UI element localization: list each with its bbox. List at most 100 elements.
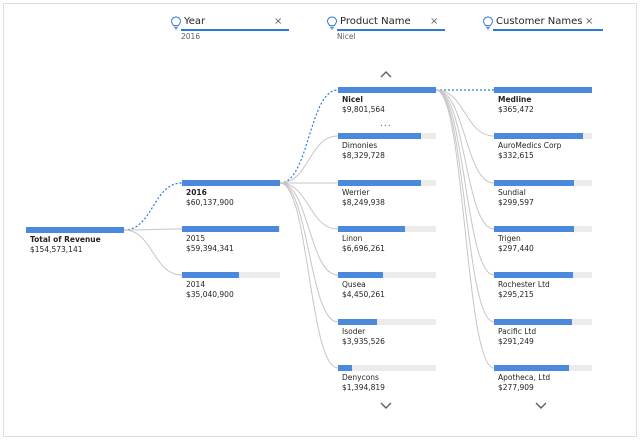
customer-node[interactable]: Trigen $297,440 (494, 226, 592, 256)
value-bar (494, 226, 574, 232)
lightbulb-icon (170, 16, 182, 30)
value-bar (494, 319, 573, 325)
tree-link (279, 135, 339, 184)
value-bar (26, 227, 124, 233)
tree-link (435, 89, 495, 276)
lightbulb-icon (326, 16, 338, 30)
product-node[interactable]: Qusea $4,450,261 (338, 272, 436, 302)
year-node[interactable]: 2014 $35,040,900 (182, 272, 280, 302)
value-bar (338, 272, 383, 278)
chevron-down-icon[interactable] (379, 401, 393, 411)
node-value: $297,440 (498, 244, 534, 253)
tree-link (279, 182, 339, 276)
level-header-product-name[interactable]: Product Name × Nicel (326, 14, 445, 46)
level-header-underline (337, 29, 445, 31)
tree-link (435, 89, 495, 184)
tree-link (279, 182, 339, 369)
node-value: $332,615 (498, 151, 534, 160)
level-header-year[interactable]: Year × 2016 (170, 14, 289, 46)
node-value: $154,573,141 (30, 245, 83, 254)
level-header-selection: Nicel (337, 32, 356, 41)
value-bar (494, 272, 574, 278)
node-label: Qusea (342, 280, 366, 289)
node-label: Apotheca, Ltd (498, 373, 551, 382)
level-header-customer-names[interactable]: Customer Names × (482, 14, 603, 46)
value-bar (182, 272, 240, 278)
node-label: Denycons (342, 373, 379, 382)
customer-node[interactable]: Apotheca, Ltd $277,909 (494, 365, 592, 395)
customer-node[interactable]: Medline $365,472 (494, 87, 592, 117)
node-label: 2015 (186, 234, 206, 243)
value-bar (494, 365, 569, 371)
value-bar (182, 180, 280, 186)
tree-link (123, 229, 183, 276)
tree-link (435, 89, 495, 369)
product-node[interactable]: Nicel $9,801,564 (338, 87, 436, 117)
level-header-title: Year (184, 16, 206, 27)
node-label: Nicel (342, 95, 363, 104)
node-label: Rochester Ltd (498, 280, 550, 289)
product-node[interactable]: Linon $6,696,261 (338, 226, 436, 256)
node-value: $6,696,261 (342, 244, 385, 253)
level-header-underline (181, 29, 289, 31)
product-node[interactable]: Denycons $1,394,819 (338, 365, 436, 395)
value-bar (338, 133, 422, 139)
tree-link (279, 182, 339, 323)
close-icon[interactable]: × (585, 16, 593, 27)
close-icon[interactable]: × (274, 16, 282, 27)
node-value: $1,394,819 (342, 383, 385, 392)
node-value: $365,472 (498, 105, 534, 114)
node-label: Linon (342, 234, 363, 243)
node-value: $295,215 (498, 290, 534, 299)
year-node[interactable]: 2016 $60,137,900 (182, 180, 280, 210)
node-label: Pacific Ltd (498, 327, 537, 336)
node-label: Medline (498, 95, 532, 104)
value-bar (494, 133, 584, 139)
customer-node[interactable]: Rochester Ltd $295,215 (494, 272, 592, 302)
node-value: $59,394,341 (186, 244, 234, 253)
node-label: Sundial (498, 188, 526, 197)
chevron-up-icon[interactable] (379, 69, 393, 79)
product-node[interactable]: Isoder $3,935,526 (338, 319, 436, 349)
chevron-down-icon[interactable] (534, 401, 548, 411)
value-bar (494, 180, 575, 186)
tree-link (435, 89, 495, 323)
value-bar (338, 365, 352, 371)
product-node[interactable]: Dimonies $8,329,728 (338, 133, 436, 163)
close-icon[interactable]: × (430, 16, 438, 27)
node-label: Dimonies (342, 141, 378, 150)
value-bar (338, 180, 421, 186)
value-bar (338, 319, 378, 325)
active-tree-link (279, 89, 339, 184)
node-label: Werrier (342, 188, 370, 197)
value-bar (338, 87, 436, 93)
value-bar (338, 226, 405, 232)
tree-link (123, 228, 183, 231)
node-label: Isoder (342, 327, 366, 336)
root-node[interactable]: Total of Revenue $154,573,141 (26, 227, 124, 257)
node-label: Trigen (498, 234, 521, 243)
node-value: $9,801,564 (342, 105, 385, 114)
year-node[interactable]: 2015 $59,394,341 (182, 226, 280, 256)
node-value: $3,935,526 (342, 337, 385, 346)
customer-node[interactable]: Pacific Ltd $291,249 (494, 319, 592, 349)
customer-node[interactable]: AuroMedics Corp $332,615 (494, 133, 592, 163)
level-header-selection: 2016 (181, 32, 201, 41)
value-bar (182, 226, 279, 232)
node-value: $8,249,938 (342, 198, 385, 207)
customer-node[interactable]: Sundial $299,597 (494, 180, 592, 210)
value-bar (494, 87, 592, 93)
node-value: $277,909 (498, 383, 534, 392)
lightbulb-icon (482, 16, 494, 30)
node-label: 2016 (186, 188, 207, 197)
level-header-underline (493, 29, 603, 31)
product-node[interactable]: Werrier $8,249,938 (338, 180, 436, 210)
node-label: 2014 (186, 280, 206, 289)
node-value: $35,040,900 (186, 290, 234, 299)
node-value: $4,450,261 (342, 290, 385, 299)
level-header-title: Customer Names (496, 16, 583, 27)
decomposition-tree-visual: Year × 2016 Product Name × Nicel Customer Name… (0, 0, 642, 442)
more-items-indicator: ... (380, 119, 392, 129)
level-header-title: Product Name (340, 16, 411, 27)
node-label: AuroMedics Corp (498, 141, 562, 150)
